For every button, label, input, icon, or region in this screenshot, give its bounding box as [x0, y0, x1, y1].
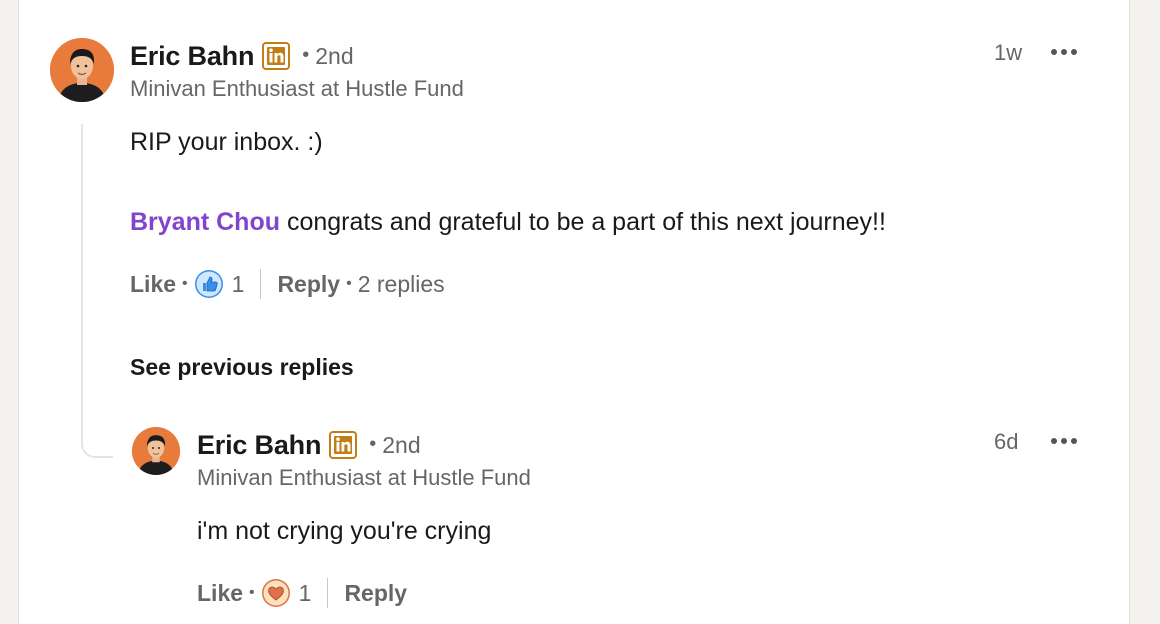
reply-button[interactable]: Reply [277, 271, 340, 298]
separator-dot: • [182, 275, 188, 292]
replies-count-link[interactable]: 2 replies [358, 271, 445, 298]
comment-text: RIP your inbox. :) [130, 128, 323, 156]
separator-dot: • [249, 584, 255, 601]
separator-dot: • [302, 43, 310, 66]
separator-dot: • [346, 275, 352, 292]
comment-options-button[interactable] [1044, 38, 1084, 66]
see-previous-replies-button[interactable]: See previous replies [130, 354, 354, 381]
connection-degree: 2nd [315, 42, 354, 69]
divider [327, 578, 329, 608]
comment-author-avatar[interactable] [50, 38, 114, 102]
reply-author-line: Eric Bahn • 2nd [197, 427, 421, 463]
ellipsis-icon [1051, 49, 1077, 55]
heart-icon[interactable] [261, 578, 291, 608]
comment-actions: Like • 1 Reply • 2 replies [130, 266, 445, 302]
reply-author-avatar[interactable] [132, 427, 180, 475]
connection-degree: 2nd [382, 431, 421, 458]
divider [260, 269, 262, 299]
reply-button[interactable]: Reply [344, 580, 407, 607]
reply-author-headline: Minivan Enthusiast at Hustle Fund [197, 465, 531, 490]
comment-timestamp: 1w [994, 40, 1023, 65]
reply-author-name[interactable]: Eric Bahn [197, 430, 321, 461]
reply-timestamp: 6d [994, 429, 1019, 454]
like-button[interactable]: Like [130, 271, 176, 298]
thread-line [81, 124, 113, 458]
ellipsis-icon [1051, 438, 1077, 444]
reaction-count[interactable]: 1 [299, 580, 312, 607]
comment-text-mention-line: Bryant Chou congrats and grateful to be … [130, 208, 886, 237]
like-button[interactable]: Like [197, 580, 243, 607]
mention-link[interactable]: Bryant Chou [130, 208, 280, 236]
reply-text: i'm not crying you're crying [197, 517, 492, 545]
comment-author-headline: Minivan Enthusiast at Hustle Fund [130, 76, 464, 101]
linkedin-premium-icon [329, 431, 358, 459]
thumbs-up-icon[interactable] [194, 269, 224, 299]
reply-actions: Like • 1 Reply [197, 575, 407, 611]
comment-text-continued: congrats and grateful to be a part of th… [286, 208, 886, 236]
reaction-count[interactable]: 1 [232, 271, 245, 298]
comment-author-name[interactable]: Eric Bahn [130, 41, 254, 72]
comment-author-line: Eric Bahn • 2nd [130, 38, 354, 74]
reply-options-button[interactable] [1044, 427, 1084, 455]
separator-dot: • [369, 432, 377, 455]
linkedin-premium-icon [262, 42, 291, 70]
